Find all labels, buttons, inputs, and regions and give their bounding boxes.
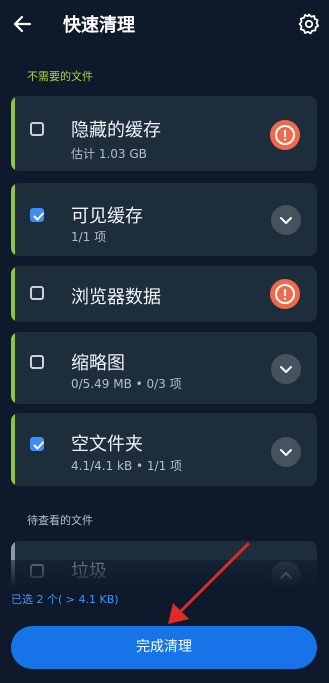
warning-icon[interactable]: [270, 120, 300, 150]
card-title: 空文件夹: [71, 434, 143, 455]
card-subtitle: 4.1/4.1 kB • 1/1 项: [71, 459, 183, 473]
checkbox-empty-folders[interactable]: [30, 437, 44, 451]
card-title: 浏览器数据: [71, 287, 161, 308]
card-title: 缩略图: [71, 353, 125, 374]
chevron-down-icon[interactable]: [271, 205, 301, 235]
card-accent-bar: [11, 332, 15, 404]
checkbox-visible-cache[interactable]: [30, 208, 44, 222]
card-accent-bar: [11, 413, 15, 486]
gear-icon[interactable]: [296, 11, 322, 37]
app-header: 快速清理: [0, 0, 329, 50]
checkbox-thumbnails[interactable]: [30, 355, 44, 369]
page-title: 快速清理: [63, 15, 135, 36]
arrow-back-icon[interactable]: [10, 11, 36, 37]
section-review-label: 待查看的文件: [27, 514, 93, 527]
card-accent-bar: [11, 266, 15, 322]
card-subtitle: 估计 1.03 GB: [71, 147, 147, 161]
card-hidden-cache[interactable]: 隐藏的缓存 估计 1.03 GB: [11, 96, 317, 171]
card-title: 可见缓存: [71, 206, 143, 227]
checkbox-browser-data[interactable]: [30, 286, 44, 300]
section-unneeded-label: 不需要的文件: [27, 70, 93, 83]
card-empty-folders[interactable]: 空文件夹 4.1/4.1 kB • 1/1 项: [11, 413, 317, 486]
annotation-arrow: [168, 542, 250, 624]
card-accent-bar: [11, 183, 15, 256]
card-thumbnails[interactable]: 缩略图 0/5.49 MB • 0/3 项: [11, 332, 317, 404]
card-subtitle: 0/5.49 MB • 0/3 项: [71, 377, 182, 391]
chevron-down-icon[interactable]: [271, 437, 301, 467]
selected-summary: 已选 2 个( > 4.1 KB): [11, 593, 119, 606]
card-title: 隐藏的缓存: [71, 120, 161, 141]
finish-cleanup-button[interactable]: 完成清理: [11, 626, 317, 669]
warning-icon[interactable]: [270, 279, 300, 309]
checkbox-hidden-cache[interactable]: [30, 122, 44, 136]
chevron-down-icon[interactable]: [271, 354, 301, 384]
card-visible-cache[interactable]: 可见缓存 1/1 项: [11, 183, 317, 256]
card-subtitle: 1/1 项: [71, 230, 107, 244]
card-browser-data[interactable]: 浏览器数据: [11, 266, 317, 322]
card-accent-bar: [11, 96, 15, 171]
